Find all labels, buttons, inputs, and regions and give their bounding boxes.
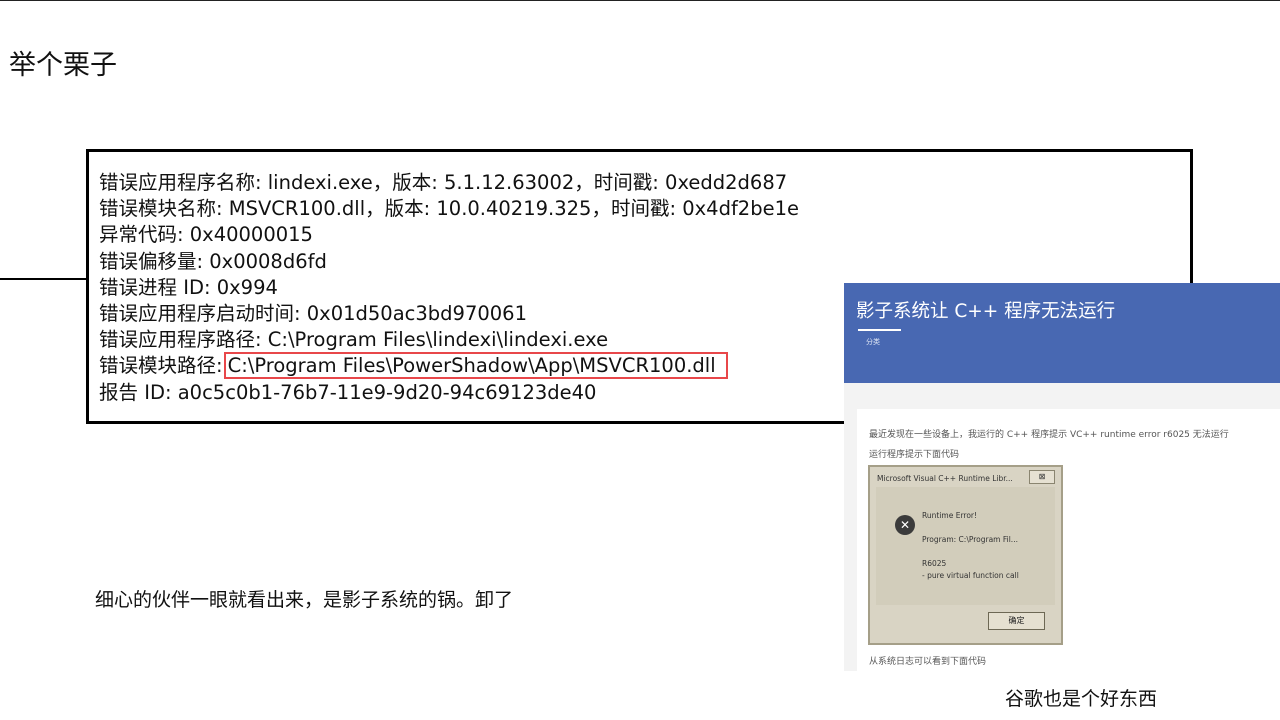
article-category: 分类 — [866, 338, 880, 346]
note-left: 细心的伙伴一眼就看出来，是影子系统的锅。卸了 — [95, 589, 514, 611]
log-line-app-path: 错误应用程序路径: C:\Program Files\lindexi\linde… — [99, 328, 609, 352]
log-line-module-path: 错误模块路径: C:\Program Files\PowerShadow\App\… — [99, 352, 799, 380]
article-screenshot: 影子系统让 C++ 程序无法运行 分类 最近发现在一些设备上，我运行的 C++ … — [844, 283, 1280, 671]
module-path-label: 错误模块路径: — [99, 354, 223, 378]
top-rule — [0, 0, 1280, 1]
error-icon: ✕ — [895, 515, 915, 535]
log-line-offset: 错误偏移量: 0x0008d6fd — [99, 249, 327, 273]
article-title: 影子系统让 C++ 程序无法运行 — [856, 301, 1116, 322]
log-line-exception-code: 异常代码: 0x40000015 — [99, 223, 313, 247]
log-line-process-id: 错误进程 ID: 0x994 — [99, 275, 278, 299]
dialog-content: ✕ Runtime Error! Program: C:\Program Fil… — [876, 487, 1055, 605]
module-path-highlight: C:\Program Files\PowerShadow\App\MSVCR10… — [223, 352, 728, 380]
runtime-error-dialog: Microsoft Visual C++ Runtime Libr... ⊠ ✕… — [868, 465, 1063, 645]
dialog-heading: Runtime Error! — [922, 511, 977, 520]
dialog-program: Program: C:\Program Fil... — [922, 535, 1018, 544]
log-line-module-name: 错误模块名称: MSVCR100.dll，版本: 10.0.40219.325，… — [99, 197, 799, 221]
log-line-start-time: 错误应用程序启动时间: 0x01d50ac3bd970061 — [99, 302, 527, 326]
ok-button: 确定 — [988, 612, 1045, 630]
log-line-app-name: 错误应用程序名称: lindexi.exe，版本: 5.1.12.63002，时… — [99, 171, 788, 194]
connector-line — [0, 278, 88, 280]
article-paragraph-3: 从系统日志可以看到下面代码 — [869, 657, 987, 667]
slide-title: 举个栗子 — [9, 50, 117, 81]
error-log-lines: 错误应用程序名称: lindexi.exe，版本: 5.1.12.63002，时… — [99, 170, 799, 406]
article-title-underline — [858, 329, 901, 331]
dialog-code: R6025 — [922, 559, 947, 568]
dialog-title: Microsoft Visual C++ Runtime Libr... — [877, 474, 1013, 483]
close-icon: ⊠ — [1029, 470, 1055, 484]
dialog-message: - pure virtual function call — [922, 571, 1019, 580]
article-body: 最近发现在一些设备上，我运行的 C++ 程序提示 VC++ runtime er… — [857, 409, 1280, 671]
log-line-report-id: 报告 ID: a0c5c0b1-76b7-11e9-9d20-94c69123d… — [99, 380, 597, 404]
article-paragraph-2: 运行程序提示下面代码 — [869, 450, 960, 460]
article-paragraph-1: 最近发现在一些设备上，我运行的 C++ 程序提示 VC++ runtime er… — [869, 430, 1229, 440]
note-right: 谷歌也是个好东西 — [1005, 688, 1158, 710]
article-header: 影子系统让 C++ 程序无法运行 分类 — [844, 283, 1280, 383]
